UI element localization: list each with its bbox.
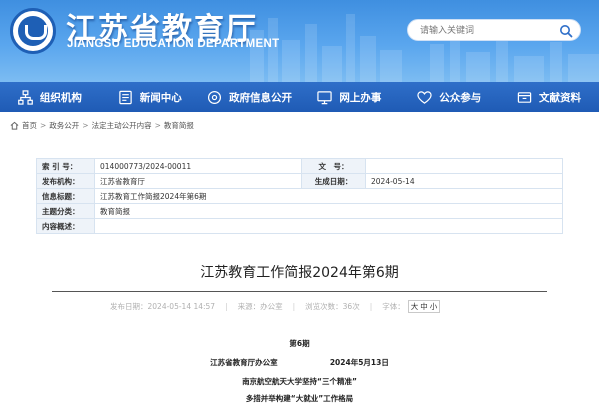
nav-item-label: 新闻中心	[139, 91, 182, 104]
site-subtitle: JIANGSU EDUCATION DEPARTMENT	[67, 38, 280, 50]
meta-separator: |	[225, 302, 228, 311]
topic-label: 主题分类：	[36, 203, 95, 219]
issuer-and-date: 江苏省教育厅办公室 2024年5月13日	[210, 358, 389, 367]
index-value: 014000773/2024-00011	[94, 158, 302, 174]
nav-item-online-service[interactable]: 网上办事	[299, 82, 399, 112]
publish-date: 发布日期：2024-05-14 14:57	[110, 302, 216, 311]
date-label: 生成日期：	[301, 173, 366, 189]
article-meta: 发布日期：2024-05-14 14:57 | 来源：办公室 | 浏览次数：36…	[110, 300, 490, 313]
breadcrumb-separator: >	[82, 120, 89, 130]
issue-number: 第6期	[289, 339, 310, 348]
summary-value	[94, 218, 563, 234]
documents-icon	[517, 91, 532, 103]
headline-line-2: 多措并举构建“大就业”工作格局	[245, 394, 354, 403]
nav-item-disclosure[interactable]: 政府信息公开	[200, 82, 300, 112]
font-size-label: 字体：	[382, 302, 405, 311]
font-size-medium-button[interactable]: 中	[419, 301, 429, 312]
org-chart-icon	[18, 89, 33, 105]
nav-item-label: 网上办事	[339, 91, 382, 104]
article-source: 来源：办公室	[237, 302, 283, 311]
site-logo[interactable]	[10, 8, 56, 54]
date-value: 2024-05-14	[365, 173, 563, 189]
article-title: 江苏教育工作简报2024年第6期	[200, 265, 399, 281]
docno-label: 文 号：	[301, 158, 366, 174]
nav-item-label: 组织机构	[39, 91, 82, 104]
breadcrumb-bulletin[interactable]: 教育简报	[164, 120, 194, 131]
online-service-icon	[317, 90, 333, 104]
publisher-value: 江苏省教育厅	[94, 173, 302, 189]
font-size-options: 大 中 小	[407, 300, 441, 313]
nav-item-news[interactable]: 新闻中心	[100, 82, 200, 112]
news-icon	[119, 90, 132, 104]
font-size-large-button[interactable]: 大	[410, 301, 420, 312]
name-label: 信息标题：	[36, 188, 95, 204]
breadcrumb: 首页 > 政务公开 > 法定主动公开内容 > 教育简报	[10, 118, 194, 132]
main-nav: 组织机构 新闻中心 政府信息公开 网上办事 公众参与 文献资料	[0, 82, 599, 112]
meta-separator: |	[369, 302, 373, 311]
title-divider	[52, 291, 547, 292]
nav-item-label: 政府信息公开	[229, 91, 293, 104]
publisher-label: 发布机构：	[36, 173, 95, 189]
summary-label: 内容概述：	[36, 218, 95, 234]
breadcrumb-separator: >	[154, 120, 161, 130]
nav-item-org[interactable]: 组织机构	[0, 82, 100, 112]
logo-emblem-icon	[18, 16, 48, 46]
site-header: 江苏省教育厅 JIANGSU EDUCATION DEPARTMENT	[0, 0, 599, 82]
public-participation-icon	[417, 90, 432, 104]
meta-separator: |	[292, 302, 296, 311]
table-row: 主题分类： 教育简报	[36, 203, 563, 219]
search-box	[407, 19, 581, 41]
info-disclosure-icon	[208, 90, 222, 104]
nav-item-participation[interactable]: 公众参与	[399, 82, 499, 112]
topic-value: 教育简报	[94, 203, 563, 219]
search-input[interactable]	[420, 23, 550, 38]
document-info-table: 索 引 号： 014000773/2024-00011 文 号： 发布机构： 江…	[36, 158, 563, 234]
headline-line-1: 南京航空航天大学坚持“三个精准”	[242, 377, 357, 386]
table-row: 索 引 号： 014000773/2024-00011 文 号：	[36, 158, 563, 174]
view-count: 浏览次数：36次	[305, 302, 360, 311]
nav-item-label: 文献资料	[539, 91, 582, 104]
nav-item-label: 公众参与	[439, 91, 482, 104]
breadcrumb-separator: >	[40, 120, 47, 130]
nav-item-documents[interactable]: 文献资料	[499, 82, 599, 112]
table-row: 发布机构： 江苏省教育厅 生成日期： 2024-05-14	[36, 173, 563, 189]
breadcrumb-gov-affairs[interactable]: 政务公开	[49, 120, 79, 131]
home-icon	[10, 121, 19, 130]
breadcrumb-legal-disclosure[interactable]: 法定主动公开内容	[92, 120, 152, 131]
font-size-control: 字体： 大 中 小	[382, 300, 441, 313]
table-row: 内容概述：	[36, 218, 563, 234]
search-icon[interactable]	[559, 24, 573, 38]
index-label: 索 引 号：	[36, 158, 95, 174]
docno-value	[365, 158, 563, 174]
table-row: 信息标题： 江苏教育工作简报2024年第6期	[36, 188, 563, 204]
name-value: 江苏教育工作简报2024年第6期	[94, 188, 563, 204]
breadcrumb-home[interactable]: 首页	[22, 120, 37, 131]
font-size-small-button[interactable]: 小	[429, 301, 439, 312]
